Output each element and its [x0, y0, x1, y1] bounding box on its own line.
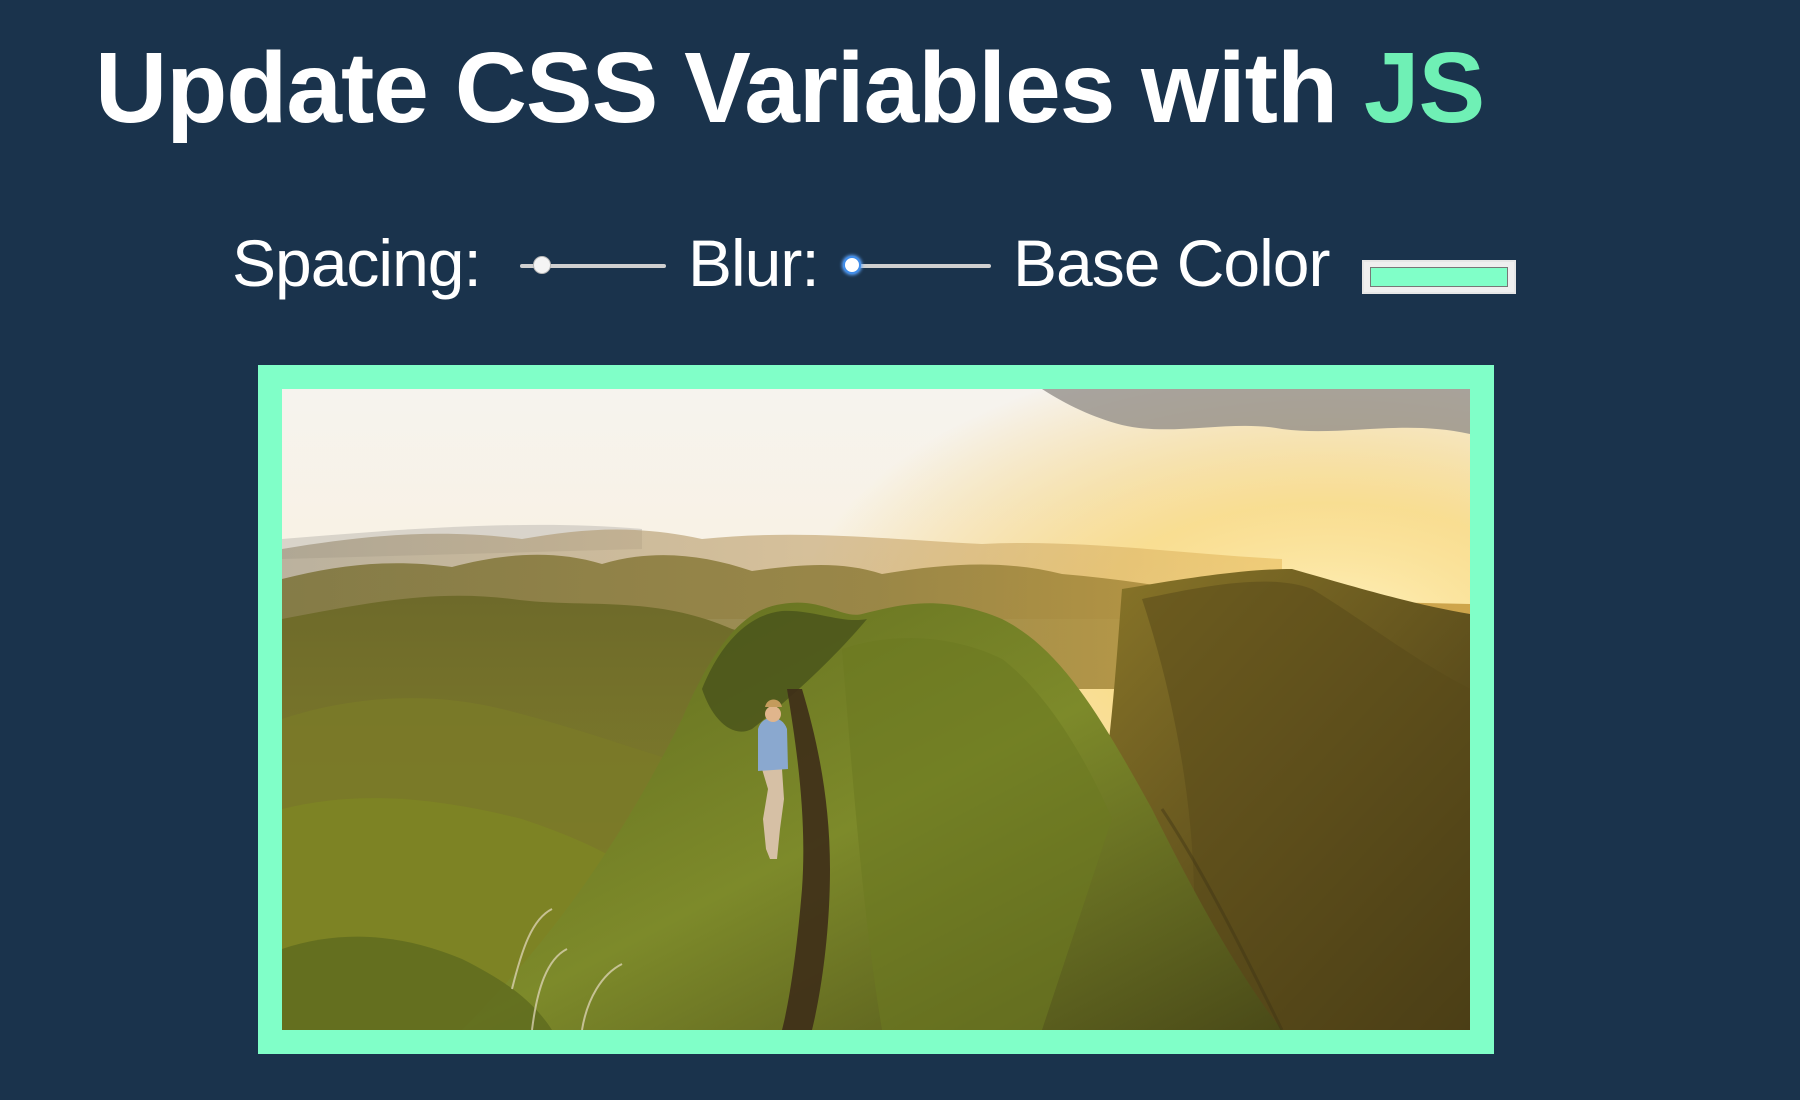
base-color-swatch [1370, 267, 1508, 287]
blur-slider-thumb[interactable] [843, 256, 861, 274]
base-color-label: Base Color [1013, 226, 1330, 300]
title-main-text: Update CSS Variables with [95, 32, 1364, 144]
title-highlight-text: JS [1363, 32, 1485, 144]
blur-slider-track [843, 264, 991, 268]
spacing-slider[interactable] [520, 256, 666, 274]
landscape-photo [282, 389, 1470, 1030]
base-color-picker[interactable] [1362, 260, 1516, 294]
blur-label: Blur: [688, 226, 820, 300]
page: Update CSS Variables with JS Spacing: Bl… [0, 0, 1800, 1100]
page-title: Update CSS Variables with JS [95, 28, 1485, 148]
controls-bar: Spacing: Blur: Base Color [0, 218, 1800, 308]
spacing-slider-thumb[interactable] [532, 256, 551, 274]
image-frame [258, 365, 1494, 1054]
blur-slider[interactable] [843, 256, 991, 274]
spacing-label: Spacing: [232, 226, 482, 300]
